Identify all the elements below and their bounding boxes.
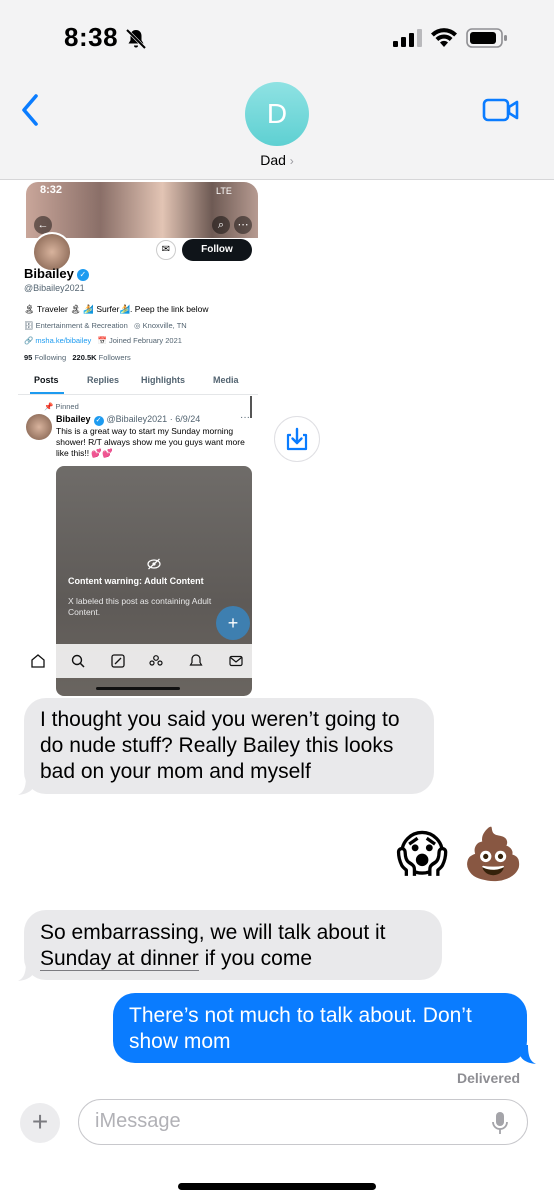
scroll-indicator	[250, 396, 252, 418]
following-count: 95	[24, 353, 33, 362]
banner-network: LTE	[216, 186, 232, 196]
tweet-author: Bibailey	[56, 414, 91, 424]
followers-count: 220.5K	[72, 353, 97, 362]
save-image-button[interactable]	[274, 416, 320, 462]
bell-icon	[189, 654, 203, 666]
video-camera-icon[interactable]	[482, 96, 520, 124]
tab-highlights: Highlights	[141, 375, 185, 385]
home-icon	[31, 654, 45, 668]
profile-meta-row-1: 🗄 Entertainment & Recreation ◎ Knoxville…	[24, 321, 187, 330]
mail-icon	[229, 655, 243, 667]
cellular-signal-icon	[393, 29, 422, 47]
search-icon: ⌕	[212, 216, 230, 234]
contact-name: Dad	[260, 152, 286, 168]
tweet-text: This is a great way to start my Sunday m…	[56, 426, 245, 458]
message-text: So embarrassing, we will talk about it	[40, 921, 386, 944]
bell-slash-icon	[125, 28, 147, 50]
sent-emoji-message[interactable]: 😱 💩	[396, 822, 526, 886]
input-placeholder: iMessage	[95, 1110, 181, 1132]
conversation-header: 8:38 D Dad ›	[0, 0, 554, 180]
bubble-tail	[520, 1045, 536, 1064]
mail-icon: ✉	[156, 240, 176, 260]
plus-apps-button[interactable]: +	[20, 1103, 60, 1143]
message-text: if you come	[198, 947, 313, 970]
bubble-tail	[18, 962, 34, 981]
profile-location: ◎ Knoxville, TN	[134, 321, 187, 330]
content-warning-description: X labeled this post as containing Adult …	[68, 596, 212, 617]
profile-handle: @Bibailey2021	[24, 283, 85, 293]
wifi-icon	[431, 28, 457, 47]
eye-slash-icon	[147, 558, 161, 570]
microphone-icon[interactable]	[491, 1111, 509, 1135]
verified-badge-icon: ✓	[93, 416, 104, 426]
download-icon	[286, 427, 308, 451]
pinned-label: 📌 Pinned	[44, 402, 79, 411]
contact-avatar[interactable]: D	[245, 82, 309, 146]
shared-screenshot-image[interactable]: 8:32 LTE ← ⌕ ⋯ ✉ Follow Bibailey ✓ @Bibai…	[18, 182, 258, 696]
compose-fab: +	[216, 606, 250, 640]
received-message-bubble[interactable]: So embarrassing, we will talk about it S…	[24, 910, 442, 980]
grok-icon	[111, 654, 125, 668]
profile-banner-image: 8:32 LTE ← ⌕ ⋯	[26, 182, 258, 238]
search-icon	[71, 654, 85, 668]
home-indicator-mini	[96, 687, 180, 690]
profile-joined: 📅 Joined February 2021	[97, 336, 182, 345]
contact-name-button[interactable]: Dad ›	[0, 152, 554, 168]
status-time: 8:38	[64, 22, 119, 52]
tab-posts: Posts	[34, 375, 59, 385]
profile-category: 🗄 Entertainment & Recreation	[24, 321, 128, 330]
app-bottom-nav	[18, 644, 258, 678]
followers-label: Followers	[98, 353, 131, 362]
tweet-header: Bibailey ✓ @Bibailey2021 · 6/9/24	[56, 414, 200, 426]
received-message-bubble[interactable]: I thought you said you weren’t going to …	[24, 698, 434, 794]
battery-icon	[466, 28, 507, 48]
profile-name: Bibailey ✓	[24, 266, 89, 281]
date-detector-link[interactable]: Sunday at dinner	[40, 947, 199, 971]
profile-bio: 🏝 Traveler 🏝 🏄 Surfer🏄. Peep the link be…	[24, 304, 209, 314]
follow-button: Follow	[182, 239, 252, 261]
tweet-handle-date: @Bibailey2021 · 6/9/24	[106, 414, 201, 424]
communities-icon	[149, 655, 163, 666]
home-indicator	[178, 1183, 376, 1190]
banner-status-time: 8:32	[40, 184, 63, 196]
bubble-tail	[18, 776, 34, 795]
tweet-avatar	[26, 414, 52, 440]
tab-divider	[18, 394, 258, 395]
profile-meta-row-2: 🔗 msha.ke/bibailey 📅 Joined February 202…	[24, 336, 182, 345]
sent-message-bubble[interactable]: There’s not much to talk about. Don’t sh…	[113, 993, 527, 1063]
profile-link: 🔗 msha.ke/bibailey	[24, 336, 92, 345]
verified-badge-icon: ✓	[76, 269, 89, 281]
imessage-input[interactable]: iMessage	[78, 1099, 528, 1145]
chevron-left-icon[interactable]	[16, 92, 46, 128]
content-warning-title: Content warning: Adult Content	[68, 576, 204, 586]
more-icon: ···	[240, 412, 250, 423]
tab-replies: Replies	[87, 375, 120, 385]
tab-media: Media	[213, 375, 239, 385]
delivered-status: Delivered	[457, 1070, 521, 1086]
more-icon: ⋯	[234, 216, 252, 234]
chevron-right-icon: ›	[289, 154, 294, 168]
following-label: Following	[34, 353, 67, 362]
profile-stats: 95 Following 220.5K Followers	[24, 353, 131, 362]
